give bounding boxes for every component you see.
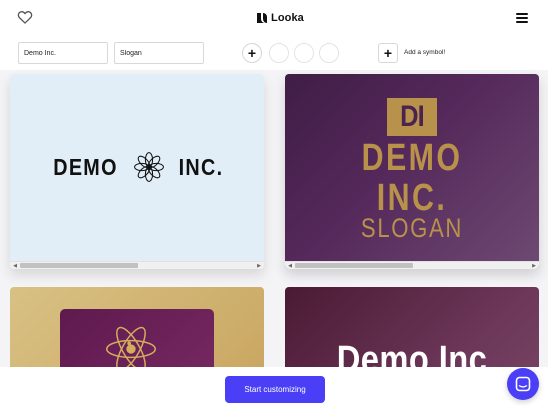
scroll-right-icon[interactable]: ▶ [255, 263, 263, 269]
chat-icon [515, 376, 531, 392]
company-name-input[interactable] [18, 42, 108, 64]
scroll-right-icon[interactable]: ▶ [530, 263, 538, 269]
plus-icon: + [247, 45, 257, 61]
color-swatch-3[interactable] [319, 43, 339, 63]
monogram-text: DI [400, 100, 425, 133]
color-swatch-2[interactable] [294, 43, 314, 63]
plus-icon: + [383, 45, 393, 61]
bottom-action-bar: Start customizing [0, 367, 548, 411]
slogan-input[interactable] [114, 42, 204, 64]
add-symbol-label: Add a symbol! [404, 49, 446, 56]
add-symbol-button[interactable]: + [378, 43, 398, 63]
editor-toolbar: + + Add a symbol! [0, 36, 548, 70]
looka-logo-icon [257, 13, 267, 23]
scrollbar-thumb[interactable] [295, 263, 413, 268]
logo-word-inc: INC. [178, 153, 223, 180]
logo-line-demo: DEMO [361, 137, 463, 179]
hamburger-menu-icon[interactable] [516, 13, 528, 23]
add-color-button[interactable]: + [242, 43, 262, 63]
logo-line-slogan: SLOGAN [360, 213, 464, 243]
logo-preview-1: DEMO INC. [10, 144, 264, 190]
monogram-badge: DI [387, 98, 437, 136]
color-swatch-1[interactable] [269, 43, 289, 63]
top-header: Looka [0, 0, 548, 36]
heart-icon[interactable] [17, 10, 33, 24]
brand-name: Looka [271, 12, 304, 24]
logo-word-demo: DEMO [52, 153, 118, 180]
brand-logo[interactable]: Looka [256, 11, 304, 25]
logo-card-2[interactable]: DI DEMO INC. SLOGAN ◀ ▶ [285, 74, 539, 269]
logo-generator-page: Looka + + Add a symbol! DEMO [0, 0, 548, 411]
scrollbar-thumb[interactable] [20, 263, 138, 268]
horizontal-scrollbar[interactable]: ◀ ▶ [285, 261, 539, 269]
scroll-left-icon[interactable]: ◀ [11, 263, 19, 269]
start-customizing-button[interactable]: Start customizing [225, 376, 325, 403]
horizontal-scrollbar[interactable]: ◀ ▶ [10, 261, 264, 269]
logo-card-1[interactable]: DEMO INC. ◀ ▶ [10, 74, 264, 269]
scroll-left-icon[interactable]: ◀ [286, 263, 294, 269]
flower-icon [133, 152, 164, 182]
chat-button[interactable] [507, 368, 539, 400]
